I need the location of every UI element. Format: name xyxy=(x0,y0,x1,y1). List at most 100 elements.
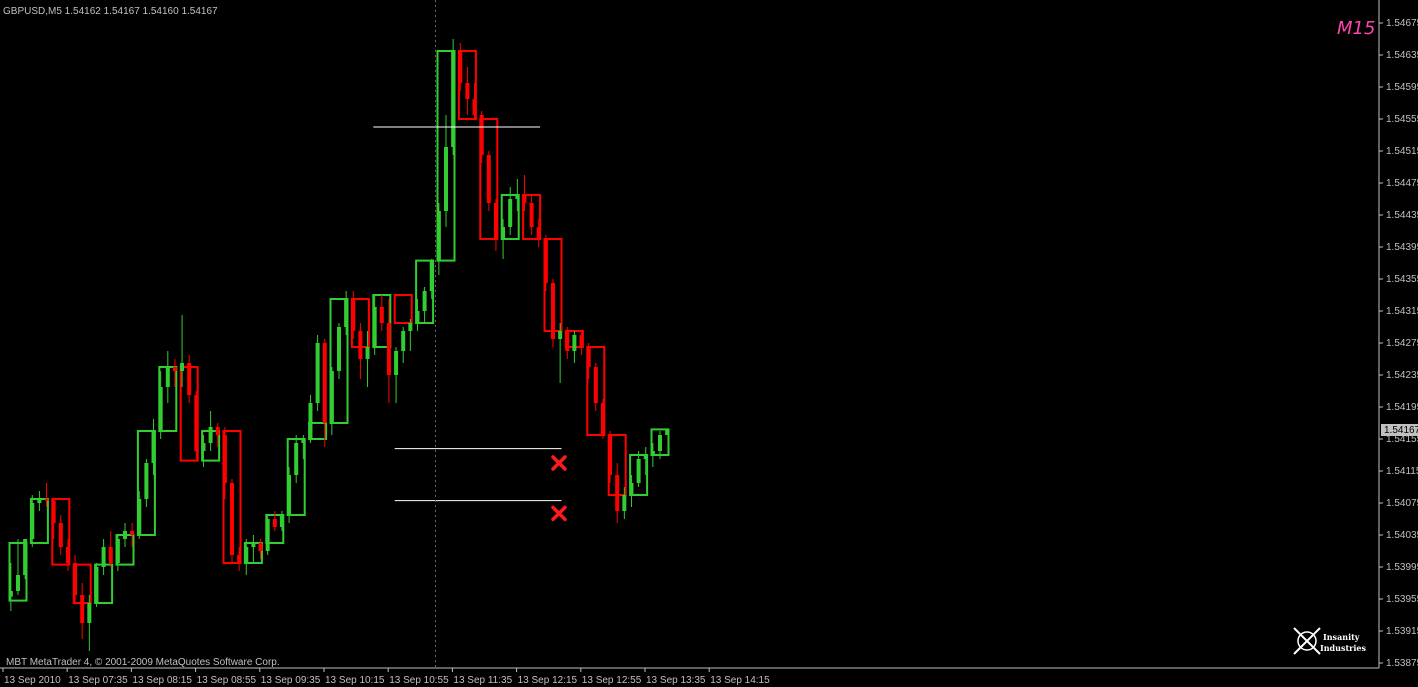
m5-candle xyxy=(165,367,170,387)
m5-candle xyxy=(422,291,427,311)
level-lines-layer xyxy=(373,126,562,502)
m5-candle xyxy=(458,51,463,83)
m5-candle xyxy=(130,531,135,535)
m5-candle xyxy=(8,591,13,597)
m5-candle xyxy=(508,199,513,227)
m5-candle xyxy=(650,451,655,455)
m5-candle xyxy=(379,307,384,323)
m5-candle xyxy=(451,51,456,147)
price-tick-label: 1.54475 xyxy=(1386,178,1418,189)
price-tick-label: 1.54635 xyxy=(1386,50,1418,61)
m5-candle xyxy=(65,547,70,563)
price-tick-label: 1.54595 xyxy=(1386,82,1418,93)
m5-candle xyxy=(208,427,213,443)
m5-candle xyxy=(429,260,434,291)
m5-candle xyxy=(386,323,391,375)
m5-candle xyxy=(123,531,127,539)
time-tick-label: 13 Sep 08:55 xyxy=(197,675,257,686)
m5-candle xyxy=(94,567,99,603)
m5-candle xyxy=(493,203,498,239)
m5-candle xyxy=(279,515,284,527)
insanity-industries-logo: Insanity Industries xyxy=(1293,627,1367,655)
m5-candle xyxy=(401,331,406,351)
m5-candle xyxy=(394,351,399,375)
m5-candle xyxy=(137,499,142,535)
m5-candle xyxy=(51,500,56,523)
m5-candle xyxy=(536,227,541,239)
m5-candle xyxy=(30,503,35,539)
m5-candle xyxy=(37,499,42,503)
m5-candle xyxy=(23,539,28,575)
price-tick-label: 1.54075 xyxy=(1386,498,1418,509)
m5-candle xyxy=(101,547,106,567)
m5-candle xyxy=(87,603,92,623)
time-tick-label: 13 Sep 07:35 xyxy=(68,675,128,686)
m5-candle xyxy=(608,435,613,475)
m5-candle xyxy=(622,495,627,511)
m5-candle xyxy=(258,543,263,551)
m5-candle xyxy=(329,371,334,423)
price-tick-label: 1.54675 xyxy=(1386,18,1418,29)
logo-line-1: Insanity xyxy=(1323,632,1360,642)
m5-candle xyxy=(365,347,370,359)
m5-candle xyxy=(144,463,149,499)
m5-candle xyxy=(187,363,192,395)
m5-candle xyxy=(287,475,292,515)
m5-candle xyxy=(201,443,206,451)
m5-candle xyxy=(44,499,49,501)
m5-candle xyxy=(237,555,242,563)
m5-candle xyxy=(558,331,563,339)
price-tick-label: 1.54355 xyxy=(1386,274,1418,285)
price-tick-label: 1.53955 xyxy=(1386,594,1418,605)
time-tick-label: 13 Sep 13:35 xyxy=(646,675,706,686)
m5-candle xyxy=(472,99,477,115)
m5-candle-layer xyxy=(8,39,670,651)
time-tick-label: 13 Sep 09:35 xyxy=(261,675,321,686)
price-tick-label: 1.54395 xyxy=(1386,242,1418,253)
m5-candle xyxy=(579,335,584,347)
m5-candle xyxy=(215,427,220,435)
m15-candle xyxy=(393,294,413,324)
m5-candle xyxy=(272,519,277,527)
m5-candle xyxy=(151,431,156,463)
m5-candle xyxy=(522,195,527,203)
m5-candle xyxy=(301,439,306,443)
time-tick-label: 13 Sep 08:15 xyxy=(132,675,192,686)
price-tick-label: 1.54315 xyxy=(1386,306,1418,317)
x-markers-layer xyxy=(551,455,567,522)
time-tick-label: 13 Sep 12:15 xyxy=(518,675,578,686)
price-tick-label: 1.54275 xyxy=(1386,338,1418,349)
copyright-text: MBT MetaTrader 4, © 2001-2009 MetaQuotes… xyxy=(6,657,280,668)
m5-candle xyxy=(551,283,555,339)
m5-candle xyxy=(586,347,591,367)
chart-canvas[interactable]: GBPUSD,M5 1.54162 1.54167 1.54160 1.5416… xyxy=(0,0,1418,687)
m5-candle xyxy=(244,547,249,563)
current-price-badge: 1.54167 xyxy=(1384,425,1418,436)
m5-candle xyxy=(629,483,634,495)
m5-candle xyxy=(80,595,85,623)
price-tick-label: 1.53915 xyxy=(1386,626,1418,637)
m5-candle xyxy=(501,227,506,239)
logo-line-2: Industries xyxy=(1320,643,1367,653)
m5-candle xyxy=(73,563,78,595)
m5-candle xyxy=(636,459,641,483)
m5-candle xyxy=(251,543,256,547)
price-tick-label: 1.53875 xyxy=(1386,658,1418,669)
m5-candle xyxy=(322,343,327,423)
price-tick-label: 1.54195 xyxy=(1386,402,1418,413)
m5-candle xyxy=(665,429,670,435)
time-axis: 13 Sep 2010 13 Sep 07:35 13 Sep 08:15 13 Se… xyxy=(2,668,770,686)
m5-candle xyxy=(294,443,299,475)
time-tick-label: 13 Sep 10:15 xyxy=(325,675,385,686)
m5-candle xyxy=(436,211,441,261)
m5-candle xyxy=(408,323,413,331)
price-tick-label: 1.54115 xyxy=(1386,466,1418,477)
m5-candle xyxy=(600,403,605,435)
m5-candle xyxy=(593,367,598,403)
m5-candle xyxy=(372,307,377,347)
m5-candle xyxy=(172,367,177,371)
timeframe-badge: M15 xyxy=(1337,18,1375,39)
price-tick-label: 1.54435 xyxy=(1386,210,1418,221)
m5-candle xyxy=(115,539,120,563)
price-tick-label: 1.54555 xyxy=(1386,114,1418,125)
